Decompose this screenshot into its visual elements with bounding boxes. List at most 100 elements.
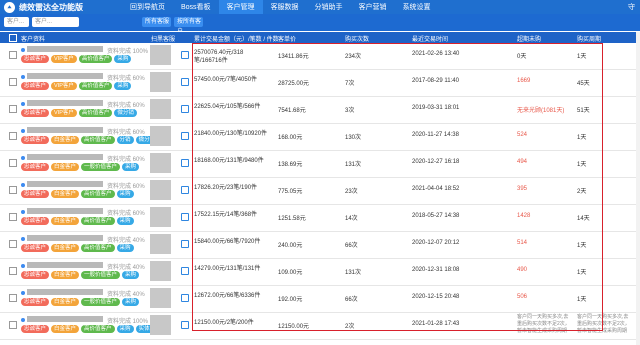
col-overdue[interactable]: 超期未购 (517, 34, 541, 43)
nav-item[interactable]: Boss看板 (173, 0, 219, 14)
nav-item[interactable]: 客户管理 (218, 0, 263, 14)
row-checkbox[interactable] (9, 213, 17, 221)
customer-tag[interactable]: 白金客户 (51, 190, 80, 198)
customer-avatar (21, 318, 25, 322)
col-last-date[interactable]: 最近交易时间 (412, 34, 448, 43)
customer-tag[interactable]: 忠诚客户 (21, 163, 50, 171)
customer-tag[interactable]: 高价值客户 (78, 109, 113, 117)
customer-tag[interactable]: 采购 (122, 163, 140, 171)
col-count[interactable]: 购买次数 (345, 34, 369, 43)
customer-tag[interactable]: VIP客户 (51, 55, 77, 63)
edit-icon[interactable] (181, 78, 189, 86)
edit-icon[interactable] (181, 105, 189, 113)
customer-tag[interactable]: 白金客户 (51, 325, 80, 333)
customer-tag[interactable]: 忠诚客户 (21, 325, 50, 333)
customer-avatar (21, 156, 25, 160)
nav-item[interactable]: 系统设置 (395, 0, 439, 14)
edit-icon[interactable] (181, 240, 189, 248)
customer-tag[interactable]: 高价值客户 (78, 82, 113, 90)
row-checkbox[interactable] (9, 240, 17, 248)
filter-type-select[interactable]: 客户... (4, 17, 29, 27)
row-checkbox[interactable] (9, 267, 17, 275)
nav-item[interactable]: 回到导航页 (122, 0, 173, 14)
row-checkbox[interactable] (9, 294, 17, 302)
row-checkbox[interactable] (9, 51, 17, 59)
edit-icon[interactable] (181, 51, 189, 59)
customer-name-redacted (27, 127, 103, 133)
customer-tag[interactable]: 一般价值客户 (81, 163, 121, 171)
customer-tag[interactable]: 高价值客户 (81, 136, 115, 144)
col-cycle[interactable]: 购买周期 (577, 34, 601, 43)
customer-tag[interactable]: 白金客户 (51, 217, 80, 225)
customer-tag[interactable]: 忠诚客户 (21, 298, 50, 306)
customer-tag[interactable]: 忠诚客户 (21, 136, 50, 144)
customer-tag[interactable]: 忠诚客户 (21, 217, 50, 225)
edit-icon[interactable] (181, 132, 189, 140)
edit-icon[interactable] (181, 213, 189, 221)
row-checkbox[interactable] (9, 78, 17, 86)
customer-tag[interactable]: 采购 (116, 325, 134, 333)
customer-tag[interactable]: 高价值客户 (81, 244, 115, 252)
vertical-scrollbar[interactable] (636, 32, 640, 345)
customer-avatar (21, 264, 25, 268)
customer-tag[interactable]: 高价值客户 (81, 217, 115, 225)
profile-progress: 资料完成 60% (107, 103, 145, 109)
customer-tag[interactable]: 高价值客户 (81, 325, 115, 333)
profile-progress: 资料完成 60% (107, 157, 145, 163)
customer-tag[interactable]: VIP客户 (51, 82, 77, 90)
profile-progress: 资料完成 60% (107, 211, 145, 217)
customer-tag[interactable]: 采购 (114, 55, 132, 63)
col-customer[interactable]: 客户资料 (21, 34, 45, 43)
edit-icon[interactable] (181, 294, 189, 302)
customer-tag[interactable]: 一般价值客户 (81, 271, 121, 279)
customer-search-input[interactable]: 客户... (32, 17, 79, 27)
row-checkbox[interactable] (9, 132, 17, 140)
customer-tag[interactable]: 忠诚客户 (21, 244, 50, 252)
customer-tag[interactable]: 采购 (122, 271, 140, 279)
customer-tag[interactable]: 一般价值客户 (81, 298, 121, 306)
profile-progress: 资料完成 40% (107, 238, 145, 244)
row-checkbox[interactable] (9, 105, 17, 113)
customer-tag[interactable]: 采购 (116, 217, 134, 225)
customer-tag[interactable]: 采购 (122, 298, 140, 306)
customer-tag[interactable]: 白金客户 (51, 136, 80, 144)
customer-tag[interactable]: 白金客户 (51, 163, 80, 171)
customer-tag[interactable]: 微分销 (114, 109, 137, 117)
customer-tag[interactable]: 白金客户 (51, 271, 80, 279)
col-amount[interactable]: 累计交易金额（元）/笔数 / 件数 (194, 34, 279, 43)
edit-icon[interactable] (181, 321, 189, 329)
customer-tag[interactable]: 白金客户 (51, 298, 80, 306)
edit-icon[interactable] (181, 159, 189, 167)
customer-tag[interactable]: 忠诚客户 (21, 82, 50, 90)
col-price[interactable]: 客单价 (278, 34, 296, 43)
edit-icon[interactable] (181, 267, 189, 275)
col-service[interactable]: 扫黑客服 (151, 34, 175, 43)
row-checkbox[interactable] (9, 159, 17, 167)
app-logo[interactable]: 绩效雷达全功能版 (0, 1, 122, 13)
customer-tag[interactable]: 分销 (116, 136, 134, 144)
nav-item[interactable]: 客服数据 (263, 0, 307, 14)
service-filter-select[interactable]: 所有客服 (142, 17, 171, 27)
row-checkbox[interactable] (9, 186, 17, 194)
customer-tag[interactable]: 采购 (116, 244, 134, 252)
select-all-checkbox[interactable] (9, 34, 17, 42)
topright-label[interactable]: 守 (628, 2, 640, 12)
customer-tag[interactable]: 忠诚客户 (21, 271, 50, 279)
customer-tags: 忠诚客户 VIP客户 高价值客户 采购 (21, 82, 132, 90)
customer-tag[interactable]: 忠诚客户 (21, 109, 50, 117)
service-redacted (150, 99, 171, 119)
customer-filter-select[interactable]: 按所有客户 (174, 17, 203, 35)
customer-tag[interactable]: 忠诚客户 (21, 55, 50, 63)
nav-item[interactable]: 客户营销 (351, 0, 395, 14)
row-checkbox[interactable] (9, 321, 17, 329)
customer-tag[interactable]: VIP客户 (51, 109, 77, 117)
customer-tags: 忠诚客户 白金客户 高价值客户 采购 (21, 244, 134, 252)
customer-tag[interactable]: 采购 (116, 190, 134, 198)
customer-tag[interactable]: 忠诚客户 (21, 190, 50, 198)
customer-tag[interactable]: 白金客户 (51, 244, 80, 252)
customer-tag[interactable]: 采购 (114, 82, 132, 90)
edit-icon[interactable] (181, 186, 189, 194)
customer-tag[interactable]: 高价值客户 (81, 190, 115, 198)
customer-tag[interactable]: 高价值客户 (78, 55, 113, 63)
nav-item[interactable]: 分销助手 (307, 0, 351, 14)
